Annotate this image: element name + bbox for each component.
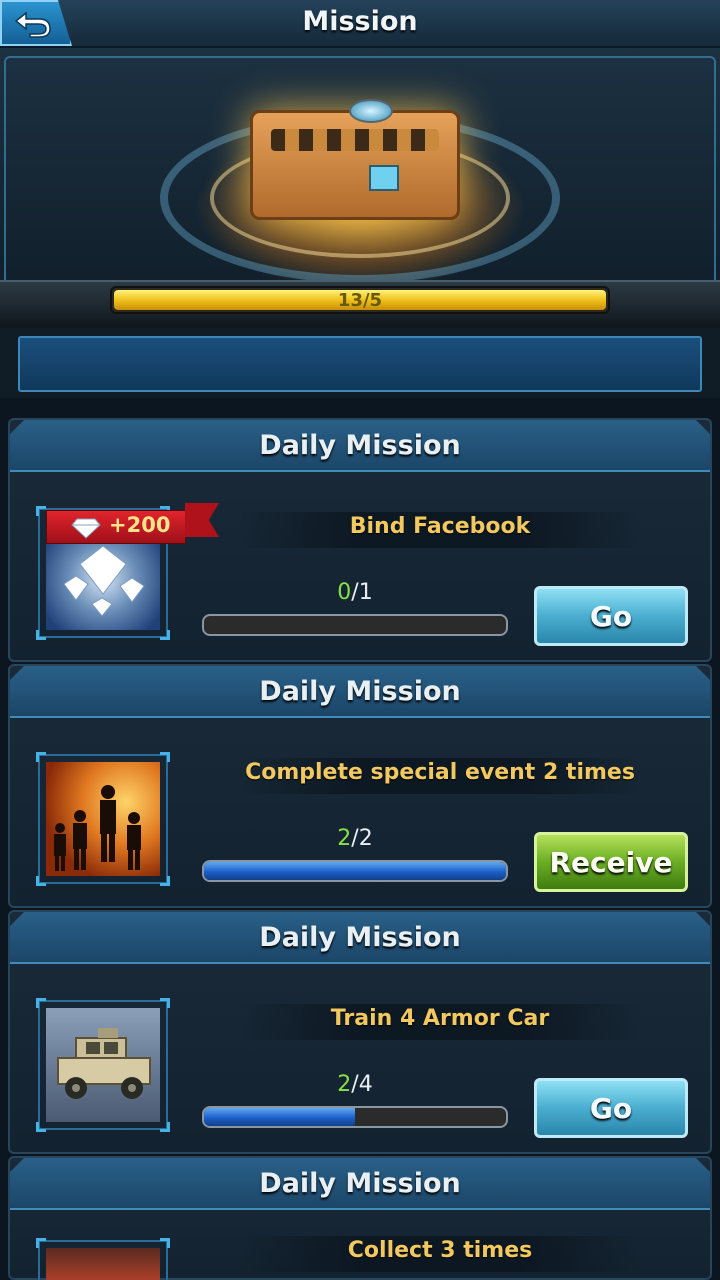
task-count-total: 2 [358, 826, 373, 851]
task-count-total: 4 [358, 1072, 373, 1097]
page-title: Mission [302, 6, 418, 37]
mission-card-header: Daily Mission [10, 666, 710, 718]
task-count-done: 2 [337, 826, 352, 851]
mission-card: Daily Mission Train 4 Armor Car 2/4 Go [8, 910, 712, 1154]
mission-card-title: Daily Mission [259, 1168, 461, 1199]
mission-thumbnail [36, 1238, 170, 1280]
supply-crate-icon[interactable] [250, 99, 460, 220]
total-progress-text: 13/5 [337, 290, 383, 311]
hero-banner: 13/5 [0, 48, 720, 328]
collect-image [46, 1248, 160, 1280]
task-count-total: 1 [358, 580, 373, 605]
mission-card-title: Daily Mission [259, 676, 461, 707]
mission-card: Daily Mission Complete special event 2 t… [8, 664, 712, 908]
mission-card-title: Daily Mission [259, 430, 461, 461]
task-progress-bar [202, 614, 508, 636]
crate-light [349, 99, 393, 123]
mission-card: Daily Mission +200 Bind Facebook 0/1 Go [8, 418, 712, 662]
task-count: 2/2 [337, 826, 373, 851]
task-name: Train 4 Armor Car [330, 1006, 550, 1031]
total-progress-bar: 13/5 [110, 286, 610, 314]
tab-strip-panel [18, 336, 702, 392]
mission-card-title: Daily Mission [259, 922, 461, 953]
soldiers-image [46, 762, 160, 876]
reward-amount: +200 [109, 513, 171, 537]
go-button[interactable]: Go [534, 1078, 688, 1138]
task-name: Collect 3 times [347, 1238, 533, 1263]
task-name: Bind Facebook [349, 514, 531, 539]
mission-card-header: Daily Mission [10, 420, 710, 472]
mission-thumbnail [36, 998, 170, 1132]
task-count-done: 2 [337, 1072, 352, 1097]
top-bar: Mission [0, 0, 720, 48]
mission-card-header: Daily Mission [10, 912, 710, 964]
task-count: 2/4 [337, 1072, 373, 1097]
tab-strip [0, 328, 720, 398]
mission-thumbnail [36, 752, 170, 886]
task-count: 0/1 [337, 580, 373, 605]
task-name: Complete special event 2 times [245, 760, 635, 785]
diamond-icon [71, 518, 101, 539]
crate-lock [369, 165, 399, 191]
mission-card: Daily Mission Collect 3 times [8, 1156, 712, 1280]
task-progress-bar [202, 1106, 508, 1128]
go-button[interactable]: Go [534, 586, 688, 646]
task-count-done: 0 [337, 580, 352, 605]
receive-button[interactable]: Receive [534, 832, 688, 892]
reward-badge: +200 [46, 510, 186, 544]
task-progress-bar [202, 860, 508, 882]
task-progress-fill [204, 862, 506, 880]
armor-car-image [46, 1008, 160, 1122]
task-progress-fill [204, 1108, 355, 1126]
mission-card-header: Daily Mission [10, 1158, 710, 1210]
